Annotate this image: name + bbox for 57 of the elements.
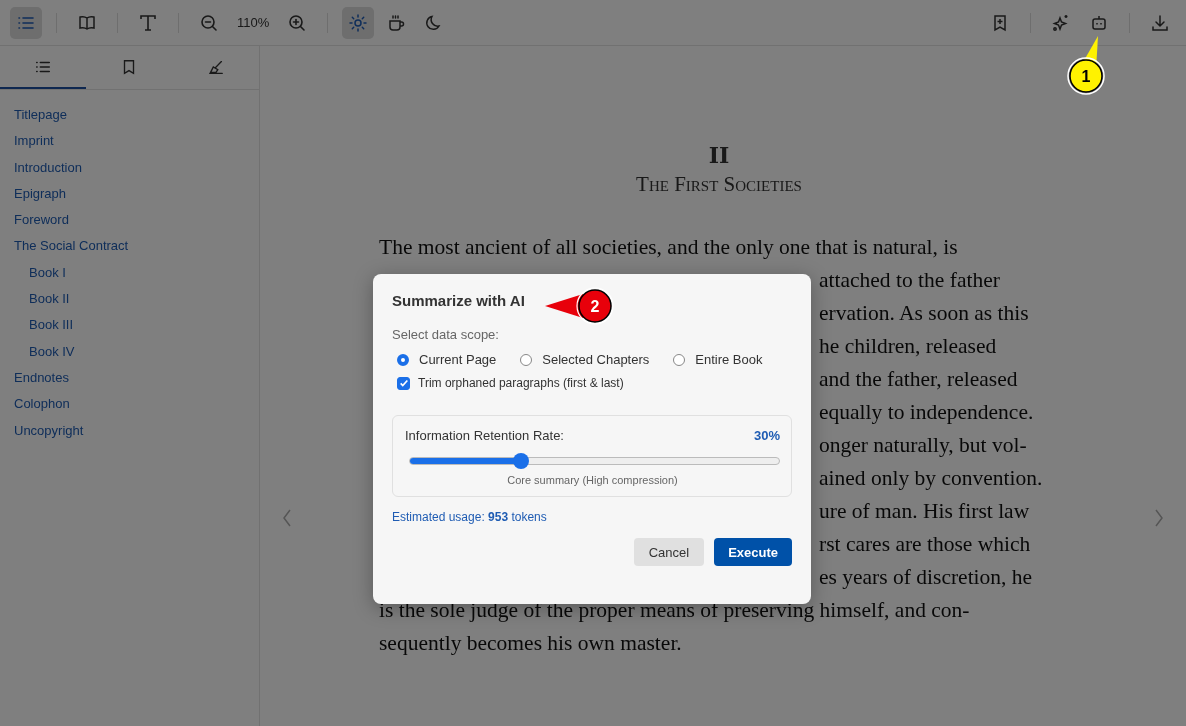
sun-icon	[348, 12, 369, 33]
download-icon	[1150, 12, 1170, 33]
checkbox-label: Trim orphaned paragraphs (first & last)	[418, 376, 624, 390]
zoom-level: 110%	[236, 15, 271, 30]
body-text-line: ervation. As soon as this	[819, 301, 1029, 325]
next-page-icon[interactable]	[1154, 508, 1164, 528]
toc-link[interactable]: Titlepage	[14, 102, 67, 129]
list-icon-button[interactable]	[10, 6, 42, 39]
toc-link[interactable]: Foreword	[14, 207, 69, 234]
toc-link[interactable]: Epigraph	[14, 180, 67, 208]
body-text-line: rst cares are those which	[819, 532, 1031, 556]
body-text-line: onger naturally, but vol-	[819, 433, 1027, 457]
chapter-number: II	[707, 142, 731, 168]
zoom-in-icon	[287, 12, 308, 33]
toc-link[interactable]: Imprint	[14, 128, 54, 155]
body-text-line: sequently becomes his own master.	[379, 631, 682, 655]
scope-label: Select data scope:	[392, 327, 500, 342]
body-text-line: ure of man. His first law	[819, 499, 1030, 523]
retention-value: 30%	[753, 428, 780, 443]
dialog-title: Summarize with AI	[392, 292, 525, 309]
radio-button[interactable]	[397, 353, 409, 366]
toc-link[interactable]: Introduction	[14, 154, 82, 181]
body-text-line: es years of discretion, he	[819, 565, 1033, 589]
radio-button[interactable]	[673, 353, 686, 366]
toc-link[interactable]: Book III	[29, 312, 74, 339]
toc-link[interactable]: Uncopyright	[14, 417, 84, 444]
annotation-tooltip: 1	[1064, 34, 1108, 98]
checkbox[interactable]	[397, 376, 410, 390]
toc-link[interactable]: Colophon	[14, 391, 70, 418]
sun-icon-button[interactable]	[342, 6, 375, 39]
retention-hint: Core summary (High compression)	[506, 474, 679, 486]
body-text-line: equally to independence.	[819, 400, 1034, 424]
sparkles-icon	[1051, 12, 1071, 33]
cancel-button[interactable]: Cancel	[633, 538, 705, 566]
body-text-line: and the father, released	[819, 367, 1018, 391]
zoom-out-icon	[199, 12, 219, 33]
toc-link[interactable]: Book IV	[29, 338, 75, 365]
font-icon	[138, 12, 158, 33]
radio-label: Current Page	[419, 352, 497, 367]
chapter-title: The First Societies	[635, 172, 803, 197]
retention-label: Information Retention Rate:	[405, 428, 564, 443]
usage-estimate: Estimated usage: 953 tokens	[392, 510, 548, 524]
body-text-line: The most ancient of all societies, and the only one that is natural, is	[379, 235, 958, 259]
slider-thumb[interactable]	[512, 453, 529, 469]
body-text-line: he children, released	[819, 334, 997, 358]
toc-link[interactable]: The Social Contract	[14, 233, 129, 260]
previous-page-icon[interactable]	[282, 508, 292, 528]
body-text-line: attached to the father	[819, 268, 1000, 292]
toc-link[interactable]: Book II	[29, 286, 70, 313]
execute-button[interactable]: Execute	[714, 538, 792, 566]
body-text-line: ained only by convention.	[819, 466, 1043, 490]
radio-button[interactable]	[520, 353, 533, 366]
toc-link[interactable]: Book I	[29, 259, 66, 287]
cup-icon	[386, 12, 407, 33]
toc-link[interactable]: Endnotes	[14, 364, 69, 392]
radio-label: Entire Book	[695, 352, 763, 367]
radio-label: Selected Chapters	[542, 352, 650, 367]
